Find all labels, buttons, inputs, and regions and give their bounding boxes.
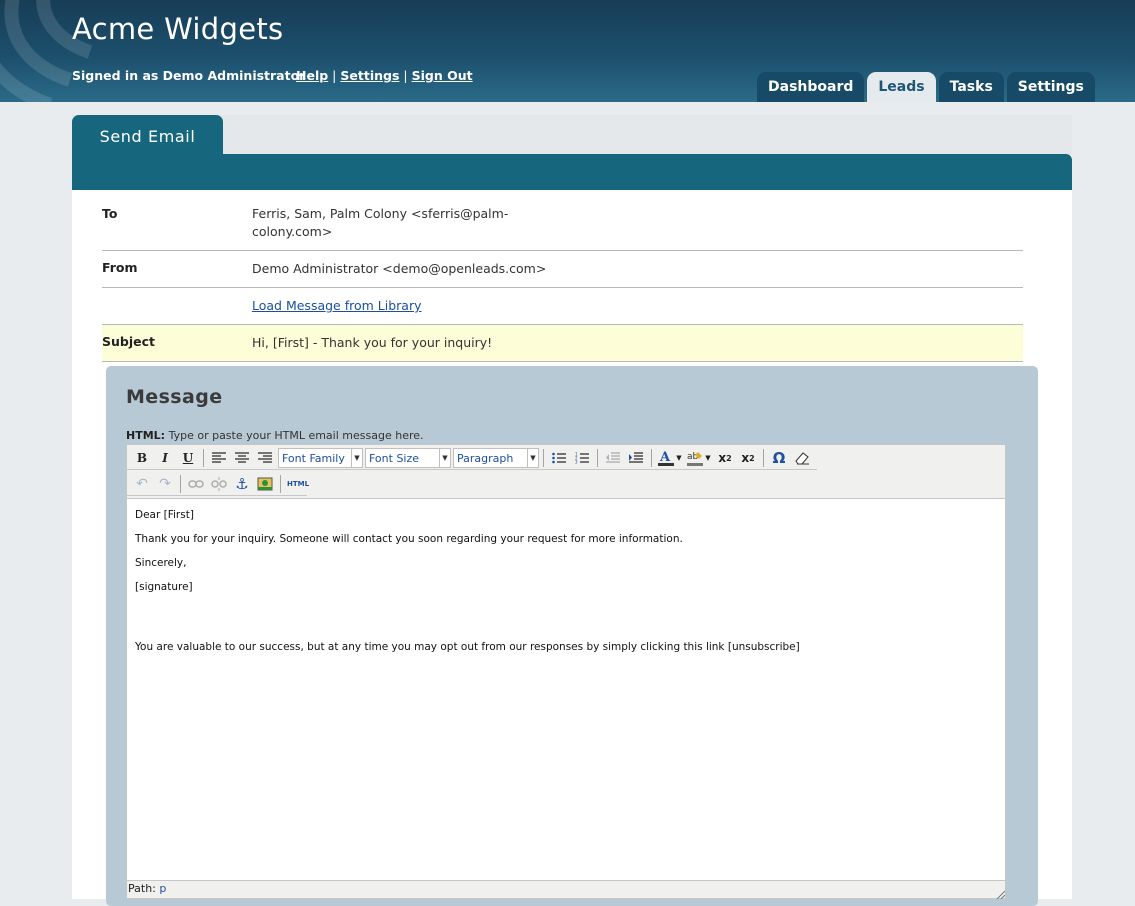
top-links: Help | Settings | Sign Out (296, 68, 473, 83)
from-label: From (102, 260, 138, 275)
status-path-element[interactable]: p (159, 882, 166, 895)
status-path-label: Path: (128, 882, 156, 895)
chevron-down-icon[interactable]: ▼ (675, 448, 683, 468)
tab-tasks[interactable]: Tasks (938, 72, 1004, 102)
chevron-down-icon[interactable]: ▼ (704, 448, 712, 468)
to-value: Ferris, Sam, Palm Colony <sferris@palm-c… (252, 206, 509, 239)
sign-out-link[interactable]: Sign Out (412, 68, 473, 83)
main-nav: Dashboard Leads Tasks Settings (757, 72, 1095, 102)
toolbar-separator (651, 449, 652, 467)
tab-send-email[interactable]: Send Email (72, 115, 223, 157)
font-size-select[interactable]: Font Size ▼ (365, 448, 451, 468)
align-center-icon[interactable] (232, 448, 252, 468)
html-hint-label: HTML: (126, 429, 166, 442)
to-row: To Ferris, Sam, Palm Colony <sferris@pal… (102, 202, 1023, 251)
app-title: Acme Widgets (72, 12, 284, 46)
resize-grip-icon[interactable] (995, 889, 1005, 899)
toolbar-separator (597, 449, 598, 467)
toolbar-separator (203, 449, 204, 467)
svg-text:3: 3 (575, 460, 578, 465)
from-row: From Demo Administrator <demo@openleads.… (102, 251, 1023, 288)
settings-link[interactable]: Settings (340, 68, 399, 83)
anchor-icon[interactable]: ⚓ (232, 474, 252, 494)
to-label: To (102, 206, 118, 221)
html-hint: HTML: Type or paste your HTML email mess… (126, 429, 424, 442)
signed-in-text: Signed in as Demo Administrator (72, 68, 306, 83)
subject-label: Subject (102, 334, 155, 349)
tab-settings[interactable]: Settings (1006, 72, 1095, 102)
align-left-icon[interactable] (209, 448, 229, 468)
load-message-library-link[interactable]: Load Message from Library (252, 298, 422, 313)
font-size-select-value: Font Size (369, 451, 420, 465)
undo-icon[interactable]: ↶ (132, 474, 152, 494)
link-separator: | (403, 68, 408, 83)
message-line: You are valuable to our success, but at … (135, 641, 800, 653)
insert-image-icon[interactable] (255, 474, 275, 494)
editor-toolbar-row-2: ↶ ↷ ⚓ HTML (132, 472, 313, 496)
html-editor: B I U Font Family ▼ Font Size ▼ Paragrap… (126, 444, 1006, 899)
numbered-list-icon[interactable]: 123 (572, 448, 592, 468)
toolbar-separator (280, 475, 281, 493)
toolbar-separator (543, 449, 544, 467)
redo-icon[interactable]: ↷ (155, 474, 175, 494)
message-body-editor[interactable]: Dear [First] Thank you for your inquiry.… (127, 498, 1005, 881)
underline-icon[interactable]: U (178, 448, 198, 468)
text-color-icon[interactable]: A (657, 448, 675, 468)
unlink-icon[interactable] (209, 474, 229, 494)
superscript-icon[interactable]: x2 (738, 448, 758, 468)
subject-row: Subject Hi, [First] - Thank you for your… (102, 325, 1023, 362)
toolbar-separator (180, 475, 181, 493)
link-separator: | (332, 68, 337, 83)
chevron-down-icon: ▼ (351, 449, 362, 467)
app-header: Acme Widgets Signed in as Demo Administr… (0, 0, 1135, 102)
message-line: Dear [First] (135, 509, 194, 521)
bold-icon[interactable]: B (132, 448, 152, 468)
editor-toolbar-row-1: B I U Font Family ▼ Font Size ▼ Paragrap… (132, 446, 815, 470)
html-source-button[interactable]: HTML (286, 474, 310, 494)
highlight-color-icon[interactable]: ab (686, 448, 704, 468)
svg-text:A: A (659, 450, 671, 465)
chevron-down-icon: ▼ (439, 449, 450, 467)
special-character-icon[interactable]: Ω (769, 448, 789, 468)
chevron-down-icon: ▼ (527, 449, 538, 467)
subject-value[interactable]: Hi, [First] - Thank you for your inquiry… (252, 334, 752, 352)
editor-statusbar: Path: p (127, 882, 1006, 899)
font-family-select-value: Font Family (282, 451, 345, 465)
indent-icon[interactable] (626, 448, 646, 468)
tab-dashboard[interactable]: Dashboard (757, 72, 865, 102)
outdent-icon[interactable] (603, 448, 623, 468)
format-select[interactable]: Paragraph ▼ (453, 448, 539, 468)
italic-icon[interactable]: I (155, 448, 175, 468)
link-icon[interactable] (186, 474, 206, 494)
tab-leads[interactable]: Leads (867, 72, 936, 102)
align-right-icon[interactable] (255, 448, 275, 468)
message-line: Thank you for your inquiry. Someone will… (135, 533, 683, 545)
message-line: Sincerely, (135, 557, 187, 569)
font-family-select[interactable]: Font Family ▼ (278, 448, 363, 468)
message-line: [signature] (135, 581, 193, 593)
help-link[interactable]: Help (296, 68, 328, 83)
library-row: Load Message from Library (102, 288, 1023, 325)
bullet-list-icon[interactable] (549, 448, 569, 468)
format-select-value: Paragraph (457, 451, 514, 465)
message-title: Message (126, 386, 223, 408)
panel-header-bar (72, 154, 1072, 190)
subscript-icon[interactable]: x2 (715, 448, 735, 468)
from-value: Demo Administrator <demo@openleads.com> (252, 261, 547, 276)
html-hint-text: Type or paste your HTML email message he… (165, 429, 424, 442)
eraser-icon[interactable] (792, 448, 812, 468)
toolbar-separator (763, 449, 764, 467)
